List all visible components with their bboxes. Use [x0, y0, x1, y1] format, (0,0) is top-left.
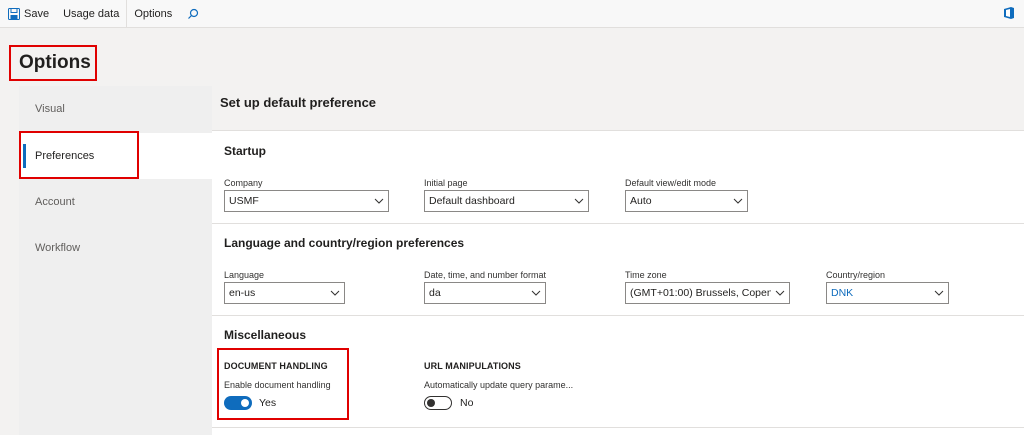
usage-data-button[interactable]: Usage data — [56, 0, 126, 28]
country-label: Country/region — [826, 270, 886, 280]
timezone-value: (GMT+01:00) Brussels, Copen... — [630, 287, 771, 299]
language-value: en-us — [229, 287, 256, 299]
company-select[interactable]: USMF — [224, 190, 389, 212]
action-pane: Save Usage data Options — [0, 0, 1024, 28]
chevron-down-icon — [729, 191, 747, 211]
panel-title: Set up default preference — [220, 95, 377, 110]
nav-item-label: Account — [35, 196, 75, 208]
format-select[interactable]: da — [424, 282, 546, 304]
format-value: da — [429, 287, 441, 299]
nav-item-workflow[interactable]: Workflow — [19, 225, 212, 271]
url-manip-label: Automatically update query parame... — [424, 380, 574, 390]
country-select[interactable]: DNK — [826, 282, 949, 304]
chevron-down-icon — [326, 283, 344, 303]
initial-page-select[interactable]: Default dashboard — [424, 190, 589, 212]
initial-page-label: Initial page — [424, 178, 468, 188]
language-select[interactable]: en-us — [224, 282, 345, 304]
section-title-language: Language and country/region preferences — [224, 236, 465, 250]
url-manip-group-title: URL MANIPULATIONS — [424, 361, 521, 371]
timezone-label: Time zone — [625, 270, 667, 280]
divider — [212, 315, 1024, 316]
doc-handling-toggle[interactable] — [224, 396, 252, 410]
chevron-down-icon — [527, 283, 545, 303]
country-value: DNK — [831, 287, 854, 299]
divider — [212, 130, 1024, 131]
usage-data-label: Usage data — [63, 7, 120, 20]
office-icon[interactable] — [1003, 6, 1015, 20]
company-value: USMF — [229, 195, 259, 207]
nav-item-label: Preferences — [35, 150, 95, 162]
view-mode-select[interactable]: Auto — [625, 190, 748, 212]
options-tab[interactable]: Options — [127, 0, 179, 28]
nav-item-label: Visual — [35, 103, 65, 115]
preferences-panel: Set up default preference Startup Compan… — [212, 86, 1024, 435]
initial-page-value: Default dashboard — [429, 195, 515, 207]
section-title-misc: Miscellaneous — [224, 328, 307, 342]
save-button[interactable]: Save — [0, 0, 56, 28]
url-manip-state: No — [460, 397, 474, 409]
nav-item-visual[interactable]: Visual — [19, 86, 212, 132]
nav-item-preferences[interactable]: Preferences — [19, 133, 212, 179]
options-tab-label: Options — [134, 7, 173, 20]
save-icon — [8, 7, 20, 20]
company-label: Company — [224, 178, 263, 188]
doc-handling-label: Enable document handling — [224, 380, 331, 390]
language-label: Language — [224, 270, 265, 280]
nav-item-label: Workflow — [35, 242, 81, 254]
timezone-select[interactable]: (GMT+01:00) Brussels, Copen... — [625, 282, 790, 304]
doc-handling-group-title: DOCUMENT HANDLING — [224, 361, 328, 371]
divider — [212, 427, 1024, 428]
toggle-knob — [241, 399, 249, 407]
divider — [212, 223, 1024, 224]
chevron-down-icon — [771, 283, 789, 303]
page-title: Options — [19, 52, 91, 73]
section-title-startup: Startup — [224, 144, 266, 158]
url-manip-toggle[interactable] — [424, 396, 452, 410]
chevron-down-icon — [570, 191, 588, 211]
save-label: Save — [24, 7, 50, 20]
page-title-highlight: Options — [9, 45, 97, 81]
search-icon — [188, 8, 199, 19]
view-mode-label: Default view/edit mode — [625, 178, 717, 188]
toggle-knob — [427, 399, 435, 407]
chevron-down-icon — [930, 283, 948, 303]
doc-handling-state: Yes — [259, 397, 277, 409]
options-nav: Visual Preferences Account Workflow — [19, 86, 212, 435]
view-mode-value: Auto — [630, 195, 652, 207]
nav-item-account[interactable]: Account — [19, 179, 212, 225]
chevron-down-icon — [370, 191, 388, 211]
format-label: Date, time, and number format — [424, 270, 547, 280]
search-button[interactable] — [179, 0, 207, 28]
